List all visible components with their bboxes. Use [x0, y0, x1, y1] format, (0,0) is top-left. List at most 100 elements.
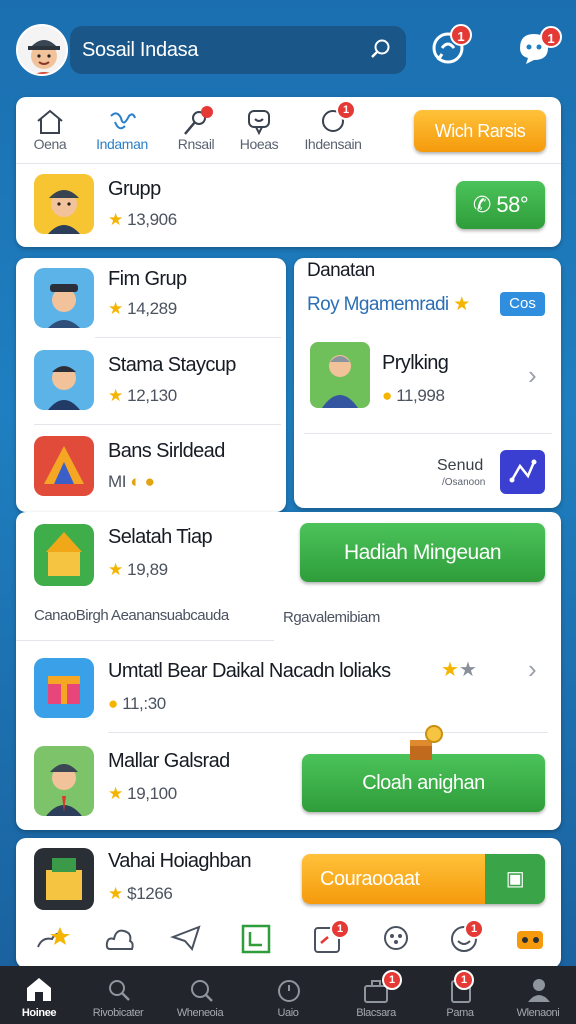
nav-rivobicater[interactable]: Rivobicater — [82, 966, 154, 1024]
vahai-avatar — [34, 848, 94, 910]
mallar-name: Mallar Galsrad — [108, 750, 230, 772]
weekly-reward-button[interactable]: Hadiah Mingeuan — [300, 523, 545, 582]
nav-wlenaoni[interactable]: Wlenaoni — [502, 966, 574, 1024]
umtat-stat: ● 11,:30 — [108, 694, 166, 713]
grup-stat: ★ 13,906 — [108, 210, 177, 229]
panel-item-stat: ● 11,998 — [382, 386, 445, 405]
umtat-name: Umtatl Bear Daikal Nacadn loliaks — [108, 660, 391, 682]
send-icon[interactable] — [170, 923, 202, 958]
nav-blacsara[interactable]: 1 Blacsara — [340, 966, 412, 1024]
game-icon[interactable] — [514, 923, 546, 960]
nav-uaio[interactable]: Uaio — [252, 966, 324, 1024]
bottom-nav: Hoinee Rivobicater Wheneoia Uaio 1 Blacs… — [0, 966, 576, 1024]
search-field[interactable]: Sosail Indasa — [70, 26, 406, 74]
star-icon: ★ — [108, 560, 123, 579]
mallar-stat: ★ 19,100 — [108, 784, 177, 803]
explore-icon — [188, 978, 214, 1007]
cloud-icon[interactable] — [104, 923, 136, 958]
note-icon[interactable]: 1 — [312, 919, 350, 960]
grup-name: Grupp — [108, 178, 161, 200]
nav-pama[interactable]: 1 Pama — [424, 966, 496, 1024]
home-icon — [25, 976, 53, 1007]
item-avatar — [34, 350, 94, 410]
smile-icon[interactable]: 1 — [448, 919, 484, 960]
selasih-avatar — [34, 524, 94, 586]
tab-label: Hoeas — [239, 136, 279, 152]
item-name: Bans Sirldead — [108, 440, 225, 462]
chat-badge: 1 — [450, 24, 472, 46]
vahai-name: Vahai Hoiaghban — [108, 850, 252, 872]
tab-hoeas[interactable]: Hoeas — [229, 108, 289, 152]
nav-badge: 1 — [454, 970, 474, 990]
panel-item-avatar — [310, 342, 370, 408]
star-icon: ★ — [453, 294, 470, 315]
coin-icon: ● — [108, 694, 118, 713]
panel-footer-sub: /Osanoon — [442, 477, 486, 488]
bot-badge: 1 — [540, 26, 562, 48]
tab-ihdensain[interactable]: 1 Ihdensain — [303, 100, 363, 152]
coin-icon: ◐ ● — [130, 472, 155, 491]
nav-label: Uaio — [277, 1007, 299, 1019]
frame-icon[interactable] — [240, 923, 272, 960]
selasih-name: Selatah Tiap — [108, 526, 213, 548]
tab-rnsail[interactable]: Rnsail — [166, 106, 226, 152]
profile-avatar[interactable] — [16, 24, 68, 76]
star-icon: ★ — [108, 210, 123, 229]
item-stat: ★ 14,289 — [108, 299, 177, 318]
umtat-avatar — [34, 658, 94, 718]
tab-label: Rnsail — [177, 136, 215, 152]
tab-divider — [16, 163, 561, 164]
nav-wheneoia[interactable]: Wheneoia — [164, 966, 236, 1024]
star-icon: ★ — [108, 784, 123, 803]
nav-label: Pama — [446, 1007, 474, 1019]
gift-box-icon — [404, 724, 444, 764]
vahai-action-button[interactable]: Couraooaat ▣ — [302, 854, 545, 904]
app-header: Sosail Indasa 1 1 — [0, 0, 576, 88]
section-divider — [16, 640, 274, 641]
bot-button[interactable]: 1 — [516, 26, 562, 66]
settings-cloud-icon[interactable] — [380, 923, 412, 958]
profile-icon — [526, 976, 552, 1007]
home-icon — [35, 108, 65, 136]
graph-icon[interactable] — [500, 450, 545, 494]
search-icon[interactable] — [370, 38, 392, 66]
star-puzzle-icon[interactable] — [34, 923, 72, 960]
panel-title: Danatan — [307, 260, 375, 281]
nav-home[interactable]: Hoinee — [3, 966, 75, 1024]
nav-label: Blacsara — [356, 1007, 396, 1019]
note-badge: 1 — [330, 919, 350, 939]
grup-call-button[interactable]: ✆ 58° — [456, 181, 545, 229]
chevron-right-icon: › — [528, 360, 537, 390]
panel-tag[interactable]: Cos — [500, 292, 545, 316]
flag-icon: ▣ — [485, 854, 545, 904]
share-icon — [107, 108, 137, 136]
tab-label: Ihdensain — [304, 136, 362, 152]
coin-icon: ● — [382, 386, 392, 405]
nav-label: Wheneoia — [176, 1007, 224, 1019]
search-text: Sosail Indasa — [82, 39, 199, 61]
panel-footer-title: Senud — [437, 457, 484, 474]
panel-subtitle: Roy Mgamemradi ★ — [307, 294, 470, 315]
list-divider — [34, 424, 281, 425]
nav-label: Rivobicater — [92, 1007, 144, 1019]
chat-button[interactable]: 1 — [430, 24, 472, 66]
search-icon — [106, 978, 132, 1007]
tab-label: Indaman — [96, 136, 148, 152]
smile-badge: 1 — [464, 919, 484, 939]
list-divider — [95, 337, 281, 338]
item-name: Fim Grup — [108, 268, 187, 290]
item-stat: ★ 12,130 — [108, 386, 177, 405]
star-icon: ★ — [108, 884, 123, 903]
vahai-stat: ★ $1266 — [108, 884, 173, 903]
tab-action-button[interactable]: Wich Rarsis — [414, 110, 546, 152]
tab-oena[interactable]: Oena — [20, 108, 80, 152]
message-icon — [244, 108, 274, 136]
grup-avatar — [34, 174, 94, 234]
item-avatar — [34, 268, 94, 328]
tab-indaman[interactable]: Indaman — [92, 108, 152, 152]
tab-badge: 1 — [336, 100, 356, 120]
nav-badge: 1 — [382, 970, 402, 990]
chat-bubble-icon: 1 — [318, 100, 356, 136]
clock-icon — [276, 978, 302, 1009]
item-name: Stama Staycup — [108, 354, 236, 376]
